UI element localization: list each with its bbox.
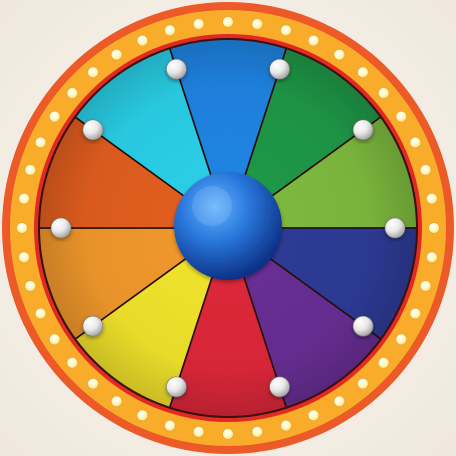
rim-bulb — [419, 164, 432, 176]
rim-bulb — [192, 425, 205, 438]
rim-bulb — [307, 409, 320, 422]
rim-bulb — [222, 428, 234, 440]
rim-bulb — [280, 24, 292, 37]
rim-bulb — [136, 409, 149, 422]
rim-bulb — [251, 425, 264, 438]
rim-bulb — [48, 333, 61, 346]
wheel-peg — [166, 58, 187, 80]
rim-bulb — [87, 377, 99, 390]
rim-bulb — [18, 192, 31, 205]
rim-bulb — [251, 18, 264, 31]
rim-bulb — [280, 419, 292, 432]
rim-bulb — [192, 18, 205, 31]
wheel-peg — [50, 217, 72, 239]
rim-bulb — [222, 16, 234, 28]
rim-bulb — [24, 164, 37, 176]
rim-bulb — [425, 192, 438, 205]
rim-bulb — [356, 66, 369, 79]
rim-bulb — [428, 222, 440, 234]
rim-bulb — [110, 48, 123, 61]
wheel-peg — [269, 58, 290, 80]
rim-bulb — [333, 48, 346, 61]
prize-wheel[interactable] — [0, 0, 456, 456]
rim-bulb — [409, 136, 422, 149]
wheel-peg — [384, 217, 406, 239]
spin-button-hub[interactable] — [174, 172, 282, 280]
wheel-peg — [82, 315, 104, 337]
rim-bulb — [48, 110, 61, 123]
wheel-peg — [82, 119, 104, 141]
rim-bulb — [110, 395, 123, 408]
wheel-game — [0, 0, 456, 456]
rim-bulb — [87, 66, 99, 79]
wheel-peg — [352, 315, 374, 337]
rim-bulb — [164, 24, 176, 37]
rim-bulb — [136, 34, 149, 47]
rim-bulb — [18, 251, 31, 264]
rim-bulb — [66, 87, 79, 99]
rim-bulb — [377, 356, 390, 369]
rim-bulb — [395, 333, 408, 346]
rim-bulb — [34, 307, 47, 320]
rim-bulb — [307, 34, 320, 47]
rim-bulb — [395, 110, 408, 123]
rim-bulb — [356, 377, 369, 390]
wheel-peg — [166, 376, 187, 398]
rim-bulb — [164, 419, 176, 432]
wheel-peg — [352, 119, 374, 141]
rim-bulb — [425, 251, 438, 264]
rim-bulb — [419, 280, 432, 292]
rim-bulb — [16, 222, 28, 234]
rim-bulb — [409, 307, 422, 320]
rim-bulb — [377, 87, 390, 99]
rim-bulb — [24, 280, 37, 292]
rim-bulb — [66, 356, 79, 369]
wheel-peg — [269, 376, 290, 398]
rim-bulb — [34, 136, 47, 149]
rim-bulb — [333, 395, 346, 408]
